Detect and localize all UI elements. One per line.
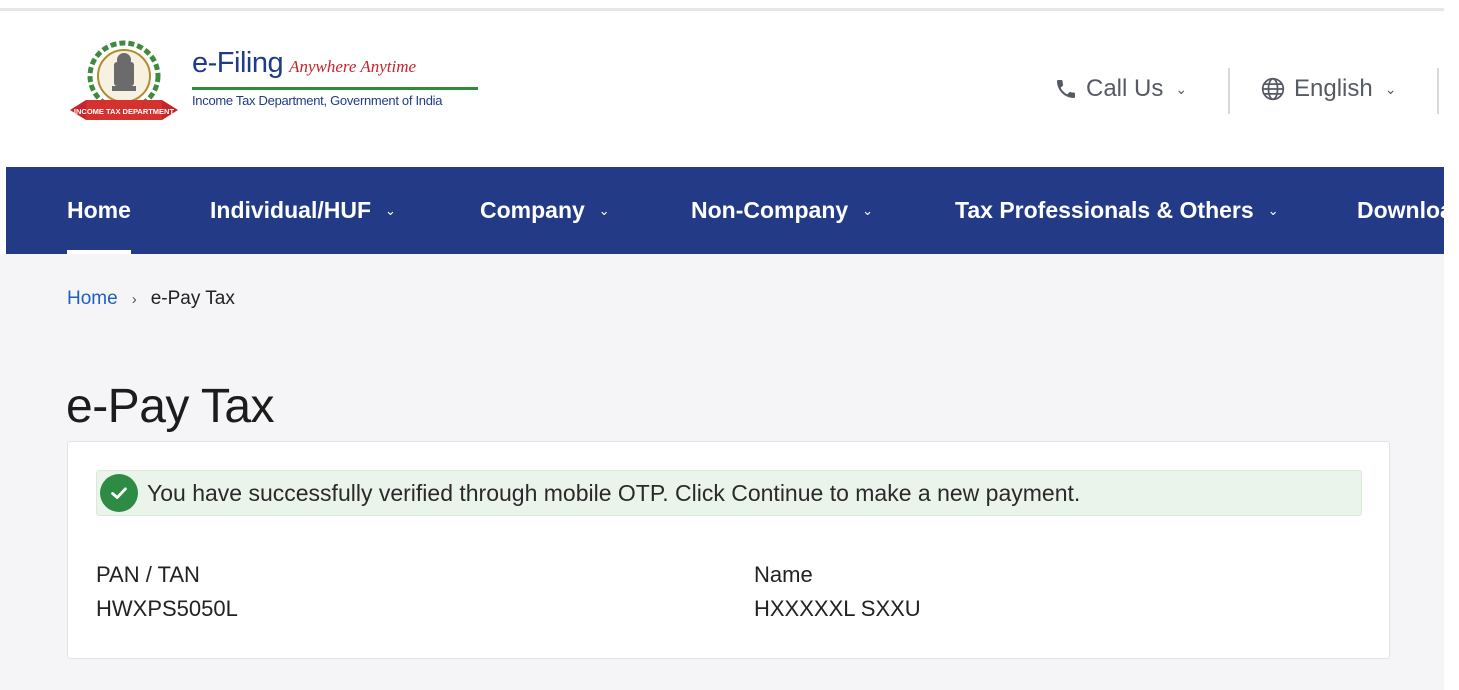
success-alert: You have successfully verified through m…: [96, 470, 1362, 516]
pan-tan-value: HWXPS5050L: [96, 596, 238, 621]
nav-item-label: Home: [67, 197, 131, 223]
brand-subtitle: Income Tax Department, Government of Ind…: [192, 93, 443, 108]
brand-logo[interactable]: e-Filing Anywhere Anytime Income Tax Dep…: [192, 47, 478, 108]
name-field: Name HXXXXXL SXXU: [754, 562, 921, 622]
breadcrumb-home-link[interactable]: Home: [67, 288, 118, 310]
nav-item-individual-huf[interactable]: Individual/HUF ⌄: [210, 167, 396, 254]
call-us-label: Call Us: [1086, 75, 1164, 102]
nav-item-company[interactable]: Company ⌄: [480, 167, 610, 254]
pan-tan-field: PAN / TAN HWXPS5050L: [96, 562, 238, 622]
chevron-down-icon: ⌄: [1384, 80, 1397, 97]
national-emblem-icon[interactable]: INCOME TAX DEPARTMENT: [66, 38, 182, 130]
pan-tan-label: PAN / TAN: [96, 562, 200, 587]
nav-item-home[interactable]: Home: [67, 167, 131, 254]
nav-item-label: Individual/HUF: [210, 197, 371, 223]
brand-tagline: Anywhere Anytime: [289, 57, 417, 76]
breadcrumb: Home › e-Pay Tax: [67, 288, 235, 310]
brand-title-row: e-Filing Anywhere Anytime: [192, 47, 478, 85]
chevron-down-icon: ⌄: [598, 202, 610, 218]
brand-name: e-Filing: [192, 47, 284, 79]
details-card: You have successfully verified through m…: [67, 441, 1390, 659]
nav-item-label: Downloa: [1357, 197, 1453, 223]
brand-underline: [192, 87, 478, 90]
header-divider-right: [1437, 68, 1439, 114]
language-label: English: [1294, 75, 1373, 102]
chevron-down-icon: ⌄: [1267, 202, 1279, 218]
emblem-ribbon-text: INCOME TAX DEPARTMENT: [74, 107, 175, 116]
breadcrumb-current: e-Pay Tax: [150, 288, 235, 309]
success-message: You have successfully verified through m…: [147, 479, 1081, 506]
language-dropdown[interactable]: English ⌄: [1260, 65, 1396, 113]
nav-item-non-company[interactable]: Non-Company ⌄: [691, 167, 873, 254]
nav-item-label: Tax Professionals & Others: [955, 197, 1254, 223]
nav-item-downloads[interactable]: Downloa: [1357, 167, 1453, 254]
breadcrumb-separator: ›: [131, 290, 137, 308]
nav-item-label: Non-Company: [691, 197, 849, 223]
page-title: e-Pay Tax: [66, 380, 275, 433]
nav-item-tax-professionals[interactable]: Tax Professionals & Others ⌄: [955, 167, 1279, 254]
name-label: Name: [754, 562, 813, 587]
main-nav: Home Individual/HUF ⌄ Company ⌄ Non-Comp…: [6, 167, 1453, 254]
phone-icon: [1057, 80, 1075, 98]
chevron-down-icon: ⌄: [1175, 80, 1188, 97]
check-circle-icon: [100, 474, 138, 512]
nav-item-label: Company: [480, 197, 585, 223]
call-us-dropdown[interactable]: Call Us ⌄: [1054, 65, 1187, 113]
chevron-down-icon: ⌄: [385, 202, 396, 218]
globe-icon: [1261, 77, 1285, 101]
main-content: Home › e-Pay Tax e-Pay Tax You have succ…: [0, 254, 1444, 690]
name-value: HXXXXXL SXXU: [754, 596, 921, 621]
header-divider: [1228, 68, 1230, 114]
chevron-down-icon: ⌄: [862, 202, 874, 218]
page: INCOME TAX DEPARTMENT e-Filing Anywhere …: [0, 0, 1459, 690]
site-header: INCOME TAX DEPARTMENT e-Filing Anywhere …: [0, 11, 1444, 167]
